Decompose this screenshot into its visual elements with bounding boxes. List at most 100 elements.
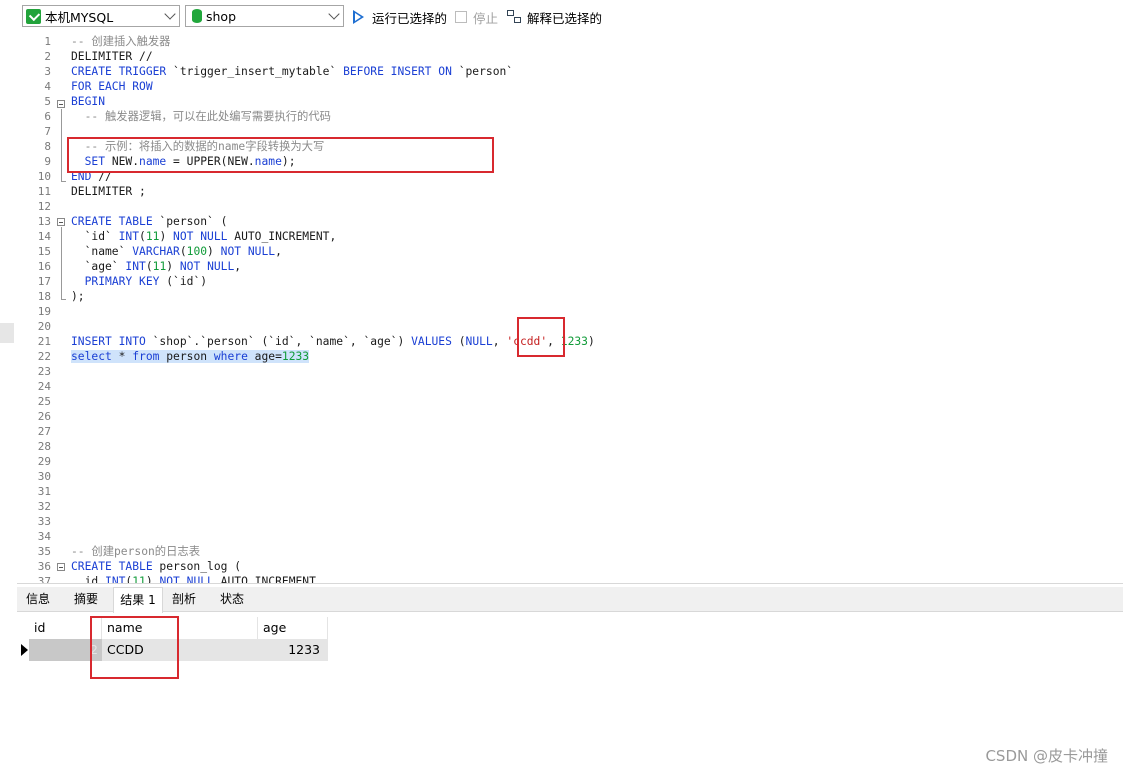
- result-panel: 信息 摘要 结果 1 剖析 状态 id name age 2 CCDD 1233…: [17, 583, 1123, 774]
- line-number: 26: [37, 410, 51, 423]
- code-line[interactable]: 12: [17, 199, 1117, 214]
- code-line[interactable]: 29: [17, 454, 1117, 469]
- explain-selected-label: 解释已选择的: [527, 10, 603, 26]
- code-line[interactable]: 19: [17, 304, 1117, 319]
- fold-guide-end: [61, 181, 66, 182]
- tab-info[interactable]: 信息: [17, 587, 59, 611]
- code-line[interactable]: 21 INSERT INTO `shop`.`person` (`id`, `na…: [17, 334, 1117, 349]
- line-number: 28: [37, 440, 51, 453]
- code-line[interactable]: 1 -- 创建插入触发器: [17, 34, 1117, 49]
- line-number: 22: [37, 350, 51, 363]
- code-text: CREATE TABLE `person` (: [71, 215, 228, 228]
- line-number: 29: [37, 455, 51, 468]
- code-line[interactable]: 23: [17, 364, 1117, 379]
- code-line[interactable]: 2 DELIMITER //: [17, 49, 1117, 64]
- column-header-age[interactable]: age: [258, 617, 328, 639]
- run-selected-button[interactable]: 运行已选择的: [353, 7, 447, 27]
- code-line[interactable]: 36 CREATE TABLE person_log (: [17, 559, 1117, 574]
- fold-guide: [61, 227, 62, 299]
- code-line[interactable]: 35 -- 创建person的日志表: [17, 544, 1117, 559]
- chevron-down-icon: [328, 8, 340, 20]
- line-number: 15: [37, 245, 51, 258]
- stop-button[interactable]: 停止: [455, 7, 498, 27]
- code-line[interactable]: 32: [17, 499, 1117, 514]
- code-line[interactable]: 27: [17, 424, 1117, 439]
- explain-selected-button[interactable]: 解释已选择的: [507, 7, 602, 27]
- tab-profile[interactable]: 剖析: [163, 587, 205, 611]
- line-number: 8: [44, 140, 51, 153]
- code-line[interactable]: 33: [17, 514, 1117, 529]
- code-line[interactable]: 18);: [17, 289, 1117, 304]
- code-text: PRIMARY KEY (`id`): [84, 275, 208, 288]
- sql-editor[interactable]: 1 -- 创建插入触发器 2 DELIMITER // 3 CREATE TRIGGER …: [17, 34, 1123, 583]
- code-line[interactable]: 26: [17, 409, 1117, 424]
- code-text: -- 触发器逻辑，可以在此处编写需要执行的代码: [84, 110, 331, 123]
- chevron-down-icon: [164, 8, 176, 20]
- code-line[interactable]: 30: [17, 469, 1117, 484]
- splitter-handle[interactable]: [0, 323, 14, 343]
- line-number: 4: [44, 80, 51, 93]
- code-line[interactable]: 16 `age` INT(11) NOT NULL,: [17, 259, 1117, 274]
- line-number: 23: [37, 365, 51, 378]
- code-text: select * from person where age=1233: [71, 350, 310, 363]
- line-number: 10: [37, 170, 51, 183]
- line-number: 32: [37, 500, 51, 513]
- fold-toggle-icon[interactable]: [57, 563, 65, 571]
- line-number: 18: [37, 290, 51, 303]
- code-line[interactable]: 37 id INT(11) NOT NULL AUTO_INCREMENT,: [17, 574, 1117, 583]
- line-number: 17: [37, 275, 51, 288]
- fold-toggle-icon[interactable]: [57, 218, 65, 226]
- code-line[interactable]: 11 DELIMITER ;: [17, 184, 1117, 199]
- cell-age[interactable]: 1233: [258, 639, 328, 661]
- line-number: 35: [37, 545, 51, 558]
- line-number: 1: [44, 35, 51, 48]
- code-line[interactable]: 22 select * from person where age=1233: [17, 349, 1117, 364]
- code-text: DELIMITER ;: [71, 185, 146, 198]
- code-line[interactable]: 13 CREATE TABLE `person` (: [17, 214, 1117, 229]
- line-number: 9: [44, 155, 51, 168]
- code-line[interactable]: 25: [17, 394, 1117, 409]
- code-text: FOR EACH ROW: [71, 80, 153, 93]
- toolbar: 本机MYSQL shop 运行已选择的 停止 解释已选择的: [0, 0, 1123, 34]
- explain-icon: [507, 10, 522, 24]
- code-line[interactable]: 34: [17, 529, 1117, 544]
- fold-guide-end: [61, 299, 66, 300]
- line-number: 5: [44, 95, 51, 108]
- annotation-box-set-upper: [67, 137, 494, 173]
- code-line[interactable]: 28: [17, 439, 1117, 454]
- tab-result-1[interactable]: 结果 1: [113, 587, 163, 613]
- code-line[interactable]: 5 BEGIN: [17, 94, 1117, 109]
- line-number: 12: [37, 200, 51, 213]
- code-line[interactable]: 3 CREATE TRIGGER `trigger_insert_mytable`…: [17, 64, 1117, 79]
- result-tabs: 信息 摘要 结果 1 剖析 状态: [17, 587, 1123, 613]
- play-icon: [353, 10, 364, 24]
- database-select[interactable]: shop: [185, 5, 344, 27]
- current-row-indicator-icon: [21, 644, 28, 656]
- database-icon: [192, 9, 202, 23]
- code-line[interactable]: 6 -- 触发器逻辑，可以在此处编写需要执行的代码: [17, 109, 1117, 124]
- line-number: 19: [37, 305, 51, 318]
- database-label: shop: [206, 8, 237, 24]
- tab-summary[interactable]: 摘要: [65, 587, 107, 611]
- fold-toggle-icon[interactable]: [57, 100, 65, 108]
- line-number: 14: [37, 230, 51, 243]
- line-number: 36: [37, 560, 51, 573]
- line-number: 11: [37, 185, 51, 198]
- code-line[interactable]: 31: [17, 484, 1117, 499]
- code-text: -- 创建插入触发器: [71, 35, 171, 48]
- line-number: 16: [37, 260, 51, 273]
- stop-label: 停止: [473, 10, 499, 26]
- connection-select[interactable]: 本机MYSQL: [22, 5, 180, 27]
- code-line[interactable]: 14 `id` INT(11) NOT NULL AUTO_INCREMENT,: [17, 229, 1117, 244]
- code-line[interactable]: 15 `name` VARCHAR(100) NOT NULL,: [17, 244, 1117, 259]
- code-line[interactable]: 4 FOR EACH ROW: [17, 79, 1117, 94]
- tab-status[interactable]: 状态: [211, 587, 253, 611]
- annotation-box-ccdd: [517, 317, 565, 357]
- code-line[interactable]: 20: [17, 319, 1117, 334]
- code-line[interactable]: 17 PRIMARY KEY (`id`): [17, 274, 1117, 289]
- line-number: 13: [37, 215, 51, 228]
- code-line[interactable]: 24: [17, 379, 1117, 394]
- code-text: id INT(11) NOT NULL AUTO_INCREMENT,: [71, 575, 323, 583]
- annotation-box-name-result: [90, 616, 179, 679]
- mysql-connection-icon: [26, 8, 41, 24]
